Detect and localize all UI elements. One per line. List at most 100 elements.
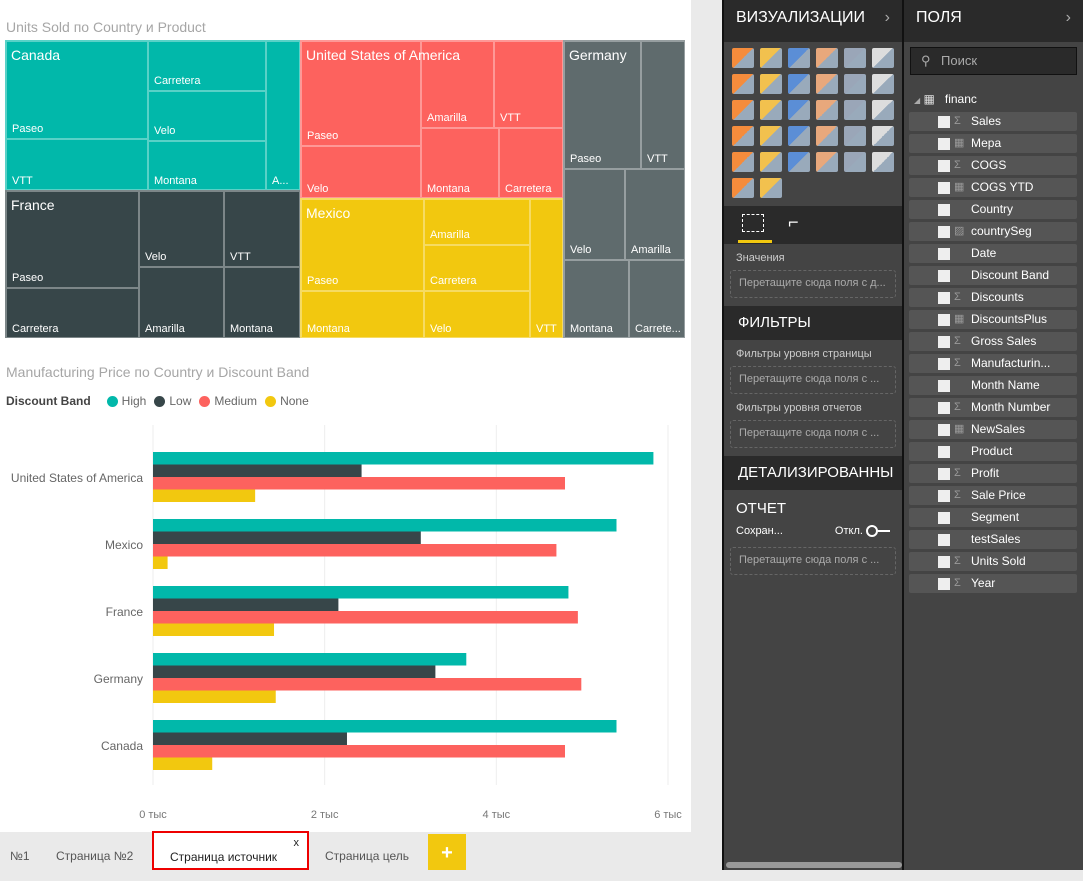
treemap-tile[interactable]: Velo xyxy=(301,146,421,197)
visual-type-icon[interactable] xyxy=(760,178,782,198)
field-checkbox[interactable] xyxy=(938,556,950,568)
visual-type-icon[interactable] xyxy=(732,100,754,120)
visual-type-icon[interactable] xyxy=(872,48,894,68)
field-checkbox[interactable] xyxy=(938,204,950,216)
treemap-tile[interactable]: VTT xyxy=(641,41,684,169)
field-checkbox[interactable] xyxy=(938,358,950,370)
treemap-tile[interactable]: Velo xyxy=(148,91,266,141)
bar-low[interactable] xyxy=(153,598,339,612)
field-checkbox[interactable] xyxy=(938,468,950,480)
bar-medium[interactable] xyxy=(153,477,565,490)
treemap-tile[interactable]: Velo xyxy=(424,291,530,337)
values-dropzone[interactable]: Перетащите сюда поля с д... xyxy=(730,270,896,298)
visual-type-icon[interactable] xyxy=(872,74,894,94)
visual-type-icon[interactable] xyxy=(760,48,782,68)
treemap-tile[interactable]: VTT xyxy=(224,191,299,267)
bar-low[interactable] xyxy=(153,464,362,478)
visual-type-icon[interactable] xyxy=(788,152,810,172)
bar-medium[interactable] xyxy=(153,544,557,557)
treemap-tile[interactable]: Montana xyxy=(564,260,629,337)
visual-type-icon[interactable] xyxy=(816,126,838,146)
bar-high[interactable] xyxy=(153,519,617,532)
visual-type-icon[interactable] xyxy=(732,178,754,198)
field-item[interactable]: Σ Gross Sales xyxy=(909,332,1077,351)
visual-type-icon[interactable] xyxy=(760,152,782,172)
drillthrough-dropzone[interactable]: Перетащите сюда поля с ... xyxy=(730,547,896,576)
field-checkbox[interactable] xyxy=(938,380,950,392)
visual-type-icon[interactable] xyxy=(844,152,866,172)
visual-type-icon[interactable] xyxy=(760,126,782,146)
field-item[interactable]: Discount Band xyxy=(909,266,1077,285)
field-item[interactable]: Σ Units Sold xyxy=(909,552,1077,571)
bar-chart[interactable]: 0 тыс 2 тыс 4 тыс 6 тыс United States of Ame… xyxy=(0,420,691,830)
treemap-tile[interactable]: VTT xyxy=(494,41,562,128)
bar-none[interactable] xyxy=(153,623,275,637)
fields-tab-icon[interactable] xyxy=(742,214,764,232)
field-checkbox[interactable] xyxy=(938,534,950,546)
collapse-chevron-icon[interactable]: › xyxy=(885,0,890,36)
visual-type-icon[interactable] xyxy=(872,100,894,120)
bar-none[interactable] xyxy=(153,690,276,704)
bar-medium[interactable] xyxy=(153,678,582,691)
field-checkbox[interactable] xyxy=(938,424,950,436)
page-filters-dropzone[interactable]: Перетащите сюда поля с ... xyxy=(730,366,896,394)
bar-low[interactable] xyxy=(153,531,421,545)
field-checkbox[interactable] xyxy=(938,402,950,414)
visual-type-icon[interactable] xyxy=(732,74,754,94)
search-input[interactable]: ⚲ Поиск xyxy=(910,47,1077,75)
field-item[interactable]: Σ Manufacturin... xyxy=(909,354,1077,373)
visual-type-icon[interactable] xyxy=(872,152,894,172)
treemap-country-france[interactable]: Paseo Velo VTT Carretera Amarilla Montana Fran… xyxy=(5,190,300,338)
bar-low[interactable] xyxy=(153,732,347,746)
tab-target-page[interactable]: Страница цель xyxy=(309,834,425,870)
field-checkbox[interactable] xyxy=(938,182,950,194)
bar-none[interactable] xyxy=(153,556,168,570)
field-checkbox[interactable] xyxy=(938,116,950,128)
field-item[interactable]: Σ COGS xyxy=(909,156,1077,175)
treemap-country-united-states-of-america[interactable]: Paseo Velo Amarilla VTT Montana Carretera Unit… xyxy=(300,40,563,198)
field-item[interactable]: Σ Profit xyxy=(909,464,1077,483)
legend-item-high[interactable]: High xyxy=(122,394,147,408)
tab-source-page[interactable]: Страница источник x xyxy=(152,831,309,870)
field-checkbox[interactable] xyxy=(938,336,950,348)
visual-type-icon[interactable] xyxy=(816,74,838,94)
visual-type-icon[interactable] xyxy=(732,152,754,172)
table-financ[interactable]: ◢ ▦ financ xyxy=(904,80,1083,112)
bar-none[interactable] xyxy=(153,757,213,771)
field-checkbox[interactable] xyxy=(938,292,950,304)
visual-type-icon[interactable] xyxy=(788,100,810,120)
visual-type-icon[interactable] xyxy=(732,126,754,146)
legend-item-low[interactable]: Low xyxy=(169,394,191,408)
bar-high[interactable] xyxy=(153,452,654,465)
field-checkbox[interactable] xyxy=(938,490,950,502)
treemap-country-canada[interactable]: Paseo VTT Carretera Velo Montana A... Canada xyxy=(5,40,300,190)
field-item[interactable]: Month Name xyxy=(909,376,1077,395)
bar-none[interactable] xyxy=(153,489,256,503)
field-item[interactable]: Date xyxy=(909,244,1077,263)
treemap-country-germany[interactable]: Paseo VTT Velo Amarilla Montana Carrete... Ger… xyxy=(563,40,685,338)
field-checkbox[interactable] xyxy=(938,578,950,590)
tab-page-1[interactable]: №1 xyxy=(0,834,46,870)
field-item[interactable]: ▨ countrySeg xyxy=(909,222,1077,241)
field-item[interactable]: ▦ NewSales xyxy=(909,420,1077,439)
treemap-tile[interactable]: Amarilla xyxy=(139,267,224,337)
visual-type-icon[interactable] xyxy=(760,74,782,94)
field-checkbox[interactable] xyxy=(938,138,950,150)
treemap-tile[interactable]: Carrete... xyxy=(629,260,684,337)
visual-type-icon[interactable] xyxy=(872,126,894,146)
treemap-tile[interactable]: A... xyxy=(266,41,299,189)
visual-type-icon[interactable] xyxy=(816,152,838,172)
visual-type-icon[interactable] xyxy=(844,48,866,68)
visual-type-icon[interactable] xyxy=(844,74,866,94)
field-item[interactable]: Σ Discounts xyxy=(909,288,1077,307)
visual-type-icon[interactable] xyxy=(732,48,754,68)
field-item[interactable]: Σ Sale Price xyxy=(909,486,1077,505)
treemap-tile[interactable]: Amarilla xyxy=(424,199,530,245)
field-item[interactable]: Σ Year xyxy=(909,574,1077,593)
treemap-tile[interactable]: Velo xyxy=(564,169,625,260)
add-page-button[interactable]: + xyxy=(428,834,466,870)
field-checkbox[interactable] xyxy=(938,160,950,172)
visual-type-icon[interactable] xyxy=(816,48,838,68)
treemap-tile[interactable]: Amarilla xyxy=(625,169,684,260)
field-item[interactable]: Σ Sales xyxy=(909,112,1077,131)
